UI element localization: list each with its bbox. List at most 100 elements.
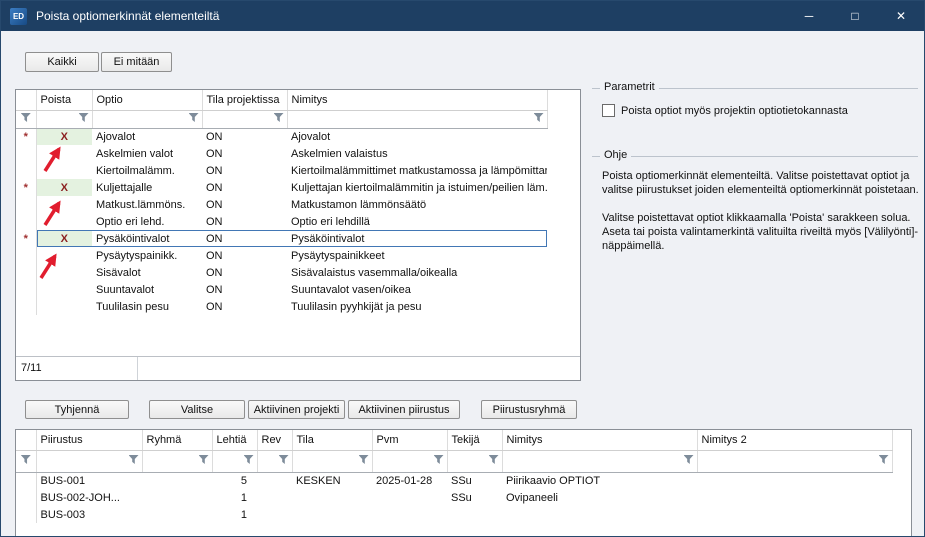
optio-cell[interactable]: Suuntavalot <box>92 281 202 298</box>
tekija-cell[interactable]: SSu <box>447 472 502 489</box>
nimitys-cell[interactable]: Askelmien valaistus <box>287 145 547 162</box>
filter-funnel-icon[interactable] <box>359 455 369 464</box>
column-header-tila[interactable]: Tila <box>292 430 372 450</box>
nimitys2-cell[interactable] <box>697 506 892 523</box>
nimitys-cell[interactable]: Kiertoilmalämmittimet matkustamossa ja l… <box>287 162 547 179</box>
column-header-rev[interactable]: Rev <box>257 430 292 450</box>
options-row[interactable]: Kiertoilmalämm. ON Kiertoilmalämmittimet… <box>16 162 547 179</box>
tila-cell[interactable] <box>292 506 372 523</box>
column-header-nimitys2[interactable]: Nimitys 2 <box>697 430 892 450</box>
nimitys-cell[interactable]: Pysäytyspainikkeet <box>287 247 547 264</box>
optio-cell[interactable]: Pysäytyspainikk. <box>92 247 202 264</box>
column-header-nimitys[interactable]: Nimitys <box>287 90 547 110</box>
drawing-row[interactable]: BUS-001 5 KESKEN 2025-01-28 SSu Piirikaa… <box>16 472 892 489</box>
row-marker-cell[interactable] <box>16 145 36 162</box>
optio-cell[interactable]: Ajovalot <box>92 128 202 145</box>
drawing-group-button[interactable]: Piirustusryhmä <box>481 400 577 419</box>
filter-cell[interactable] <box>142 450 212 472</box>
ryhma-cell[interactable] <box>142 506 212 523</box>
row-marker-cell[interactable] <box>16 506 36 523</box>
tila-cell[interactable]: ON <box>202 264 287 281</box>
tila-cell[interactable]: ON <box>202 230 287 247</box>
optio-cell[interactable]: Sisävalot <box>92 264 202 281</box>
nimitys2-cell[interactable] <box>697 472 892 489</box>
row-marker-cell[interactable]: * <box>16 230 36 247</box>
nimitys-cell[interactable] <box>502 506 697 523</box>
maximize-button[interactable]: □ <box>832 1 878 31</box>
pvm-cell[interactable] <box>372 506 447 523</box>
optio-cell[interactable]: Pysäköintivalot <box>92 230 202 247</box>
filter-cell[interactable] <box>502 450 697 472</box>
optio-cell[interactable]: Askelmien valot <box>92 145 202 162</box>
poista-cell[interactable] <box>36 213 92 230</box>
row-marker-cell[interactable] <box>16 264 36 281</box>
filter-funnel-icon[interactable] <box>129 455 139 464</box>
lehtia-cell[interactable]: 5 <box>212 472 257 489</box>
piirustus-cell[interactable]: BUS-001 <box>36 472 142 489</box>
nimitys-cell[interactable]: Matkustamon lämmönsäätö <box>287 196 547 213</box>
corner-header[interactable] <box>16 90 36 110</box>
optio-cell[interactable]: Kuljettajalle <box>92 179 202 196</box>
row-marker-cell[interactable] <box>16 196 36 213</box>
tila-cell[interactable] <box>292 489 372 506</box>
options-row[interactable]: Sisävalot ON Sisävalaistus vasemmalla/oi… <box>16 264 547 281</box>
poista-cell[interactable] <box>36 145 92 162</box>
drawing-row[interactable]: BUS-003 1 <box>16 506 892 523</box>
filter-cell[interactable] <box>16 110 36 128</box>
filter-cell[interactable] <box>697 450 892 472</box>
optio-cell[interactable]: Matkust.lämmöns. <box>92 196 202 213</box>
options-row[interactable]: Suuntavalot ON Suuntavalot vasen/oikea <box>16 281 547 298</box>
optio-cell[interactable]: Optio eri lehd. <box>92 213 202 230</box>
nimitys-cell[interactable]: Ajovalot <box>287 128 547 145</box>
poista-cell[interactable] <box>36 298 92 315</box>
filter-funnel-icon[interactable] <box>879 455 889 464</box>
tila-cell[interactable]: ON <box>202 145 287 162</box>
delete-from-option-db-checkbox[interactable] <box>602 104 615 117</box>
active-project-button[interactable]: Aktiivinen projekti <box>248 400 345 419</box>
close-button[interactable]: ✕ <box>878 1 924 31</box>
piirustus-cell[interactable]: BUS-003 <box>36 506 142 523</box>
optio-cell[interactable]: Kiertoilmalämm. <box>92 162 202 179</box>
row-marker-cell[interactable] <box>16 213 36 230</box>
filter-funnel-icon[interactable] <box>274 113 284 122</box>
row-marker-cell[interactable] <box>16 162 36 179</box>
nimitys-cell[interactable]: Piirikaavio OPTIOT <box>502 472 697 489</box>
filter-cell[interactable] <box>372 450 447 472</box>
row-marker-cell[interactable]: * <box>16 179 36 196</box>
lehtia-cell[interactable]: 1 <box>212 506 257 523</box>
pvm-cell[interactable] <box>372 489 447 506</box>
column-header-optio[interactable]: Optio <box>92 90 202 110</box>
column-header-lehtia[interactable]: Lehtiä <box>212 430 257 450</box>
options-row[interactable]: * X Pysäköintivalot ON Pysäköintivalot <box>16 230 547 247</box>
tila-cell[interactable]: ON <box>202 162 287 179</box>
poista-cell[interactable]: X <box>36 128 92 145</box>
filter-funnel-icon[interactable] <box>199 455 209 464</box>
filter-funnel-icon[interactable] <box>684 455 694 464</box>
tila-cell[interactable]: ON <box>202 281 287 298</box>
poista-cell[interactable] <box>36 247 92 264</box>
options-row[interactable]: Matkust.lämmöns. ON Matkustamon lämmönsä… <box>16 196 547 213</box>
options-row[interactable]: Pysäytyspainikk. ON Pysäytyspainikkeet <box>16 247 547 264</box>
filter-cell[interactable] <box>292 450 372 472</box>
optio-cell[interactable]: Tuulilasin pesu <box>92 298 202 315</box>
options-row[interactable]: * X Ajovalot ON Ajovalot <box>16 128 547 145</box>
nimitys-cell[interactable]: Ovipaneeli <box>502 489 697 506</box>
column-header-nimitys[interactable]: Nimitys <box>502 430 697 450</box>
filter-cell[interactable] <box>257 450 292 472</box>
select-button[interactable]: Valitse <box>149 400 245 419</box>
piirustus-cell[interactable]: BUS-002-JOH... <box>36 489 142 506</box>
rev-cell[interactable] <box>257 472 292 489</box>
column-header-piirustus[interactable]: Piirustus <box>36 430 142 450</box>
tekija-cell[interactable] <box>447 506 502 523</box>
poista-cell[interactable] <box>36 162 92 179</box>
column-header-tekija[interactable]: Tekijä <box>447 430 502 450</box>
select-all-button[interactable]: Kaikki <box>25 52 99 72</box>
column-header-poista[interactable]: Poista <box>36 90 92 110</box>
filter-cell[interactable] <box>202 110 287 128</box>
corner-header[interactable] <box>16 430 36 450</box>
poista-cell[interactable] <box>36 281 92 298</box>
nimitys2-cell[interactable] <box>697 489 892 506</box>
filter-funnel-icon[interactable] <box>279 455 289 464</box>
filter-funnel-icon[interactable] <box>21 455 31 464</box>
titlebar[interactable]: ED Poista optiomerkinnät elementeiltä ─ … <box>1 1 924 31</box>
